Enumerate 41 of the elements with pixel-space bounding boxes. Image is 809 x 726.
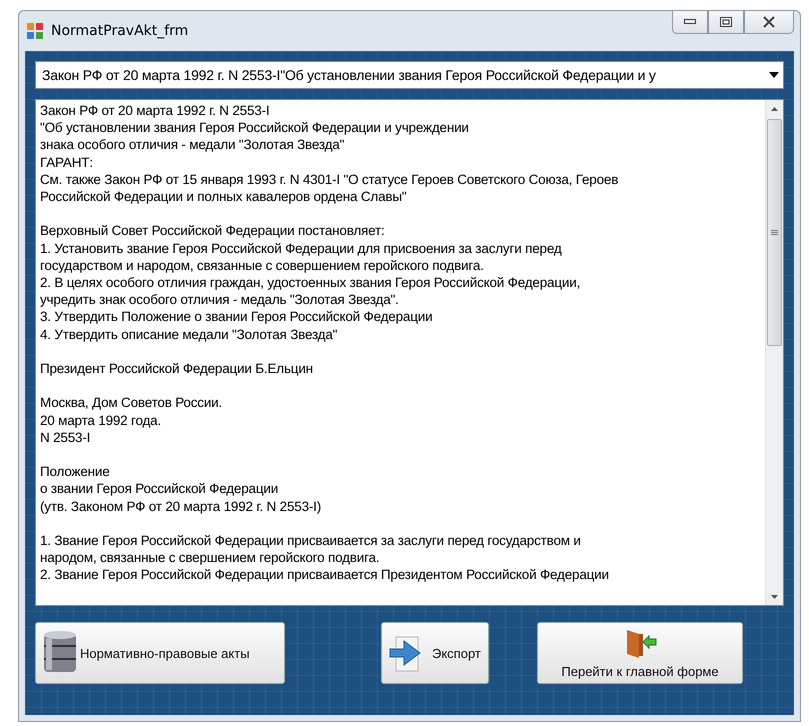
scrollbar-thumb[interactable] — [767, 119, 782, 346]
up-arrow-icon — [771, 106, 778, 110]
document-line: Положение — [40, 463, 111, 480]
document-line: (утв. Законом РФ от 20 марта 1992 г. N 2553-I) — [40, 498, 322, 515]
minimize-icon — [684, 19, 696, 25]
maximize-icon — [720, 17, 732, 27]
document-line: 3. Утвердить Положение о звании Героя Российской Федерации — [40, 308, 434, 326]
document-line: См. также Закон РФ от 15 января 1993 г. N 4301-I "О статусе Героев Советского Союза, Героев — [40, 170, 620, 188]
close-icon — [763, 16, 775, 28]
document-line: 20 марта 1992 года. — [40, 412, 162, 429]
minimize-button[interactable] — [672, 11, 708, 34]
document-text-area[interactable] — [35, 99, 784, 606]
document-line: народом, связанные с свершением геройского подвига. — [40, 549, 380, 566]
app-icon — [27, 23, 43, 39]
document-line: 2. Звание Героя Российской Федерации присваивается Президентом Российской Федерации — [40, 566, 610, 584]
window-title: NormatPravAkt_frm — [51, 23, 190, 39]
document-line: о звании Героя Российской Федерации — [40, 480, 280, 498]
exit-button[interactable]: Перейти к главной форме — [537, 622, 743, 684]
document-line: Президент Российской Федерации Б.Ельцин — [40, 360, 314, 378]
document-line: учредить знак особого отличия - медаль "Золотая Звезда". — [40, 291, 400, 308]
document-line: 1. Установить звание Героя Российской Федерации для присвоения за заслуги перед — [40, 240, 563, 257]
document-line: 4. Утвердить описание медали "Золотая Звезда" — [40, 326, 338, 343]
dropdown-arrow-icon — [769, 72, 779, 78]
maximize-button[interactable] — [708, 11, 744, 34]
database-button[interactable]: Нормативно-правовые акты — [35, 622, 285, 684]
grip-icon — [771, 230, 778, 236]
document-line: "Об установлении звания Героя Российской Федерации и учреждении — [40, 119, 470, 136]
document-line: Верховный Совет Российской Федерации постановляет: — [40, 222, 386, 240]
document-line: 2. В целях особого отличия граждан, удостоенных звания Героя Российской Федерации, — [40, 274, 582, 292]
export-button[interactable]: Экспорт — [381, 622, 489, 684]
down-arrow-icon — [771, 594, 778, 598]
document-line: 1. Звание Героя Российской Федерации присваивается за заслуги перед государством и — [40, 532, 582, 550]
document-line: Российской Федерации и полных кавалеров ордена Славы" — [40, 188, 408, 206]
close-button[interactable] — [744, 11, 794, 34]
document-line: N 2553-I — [40, 428, 92, 446]
document-line: Закон РФ от 20 марта 1992 г. N 2553-I — [40, 102, 270, 120]
document-line: ГАРАНТ: — [40, 154, 94, 171]
document-line: знака особого отличия - медали "Золотая Звезда" — [40, 136, 346, 154]
document-dropdown[interactable]: Закон РФ от 20 марта 1992 г. N 2553-I"Об установлении звания Героя Российской Федерации и у — [35, 61, 784, 89]
document-line: Москва, Дом Советов России. — [40, 394, 224, 412]
document-line: государством и народом, связанные с совершением геройского подвига. — [40, 256, 485, 274]
